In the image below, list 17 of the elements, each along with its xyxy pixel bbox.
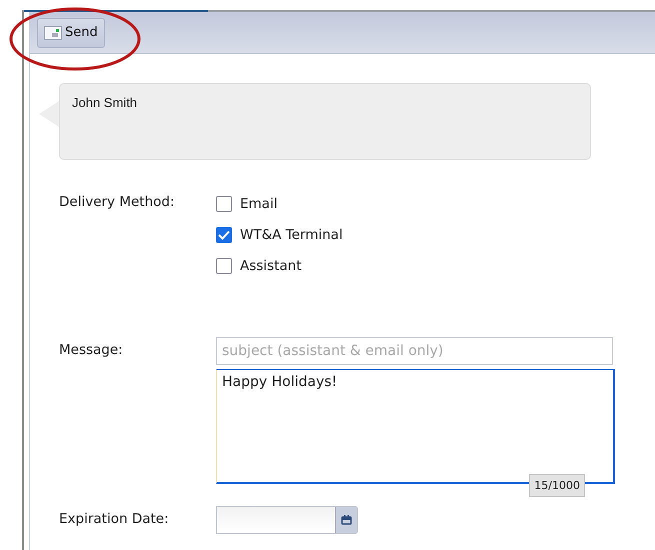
send-button[interactable]: Send [37, 18, 105, 48]
checkbox-label: WT&A Terminal [240, 226, 343, 242]
calendar-icon [341, 515, 352, 525]
expiration-date-label: Expiration Date: [59, 510, 170, 529]
date-field[interactable] [216, 506, 358, 534]
envelope-icon [44, 26, 62, 40]
character-counter: 15/1000 [529, 474, 585, 497]
message-label: Message: [59, 341, 124, 360]
checkbox[interactable] [216, 258, 232, 274]
recipient-name: John Smith [72, 95, 138, 110]
checkbox[interactable] [216, 196, 232, 212]
calendar-button[interactable] [335, 507, 357, 533]
delivery-method-label: Delivery Method: [59, 193, 176, 212]
checkbox[interactable] [216, 226, 232, 242]
subject-field[interactable]: subject (assistant & email only) [216, 337, 613, 365]
checkbox-label: Assistant [240, 258, 302, 274]
checkbox-label: Email [240, 196, 278, 212]
